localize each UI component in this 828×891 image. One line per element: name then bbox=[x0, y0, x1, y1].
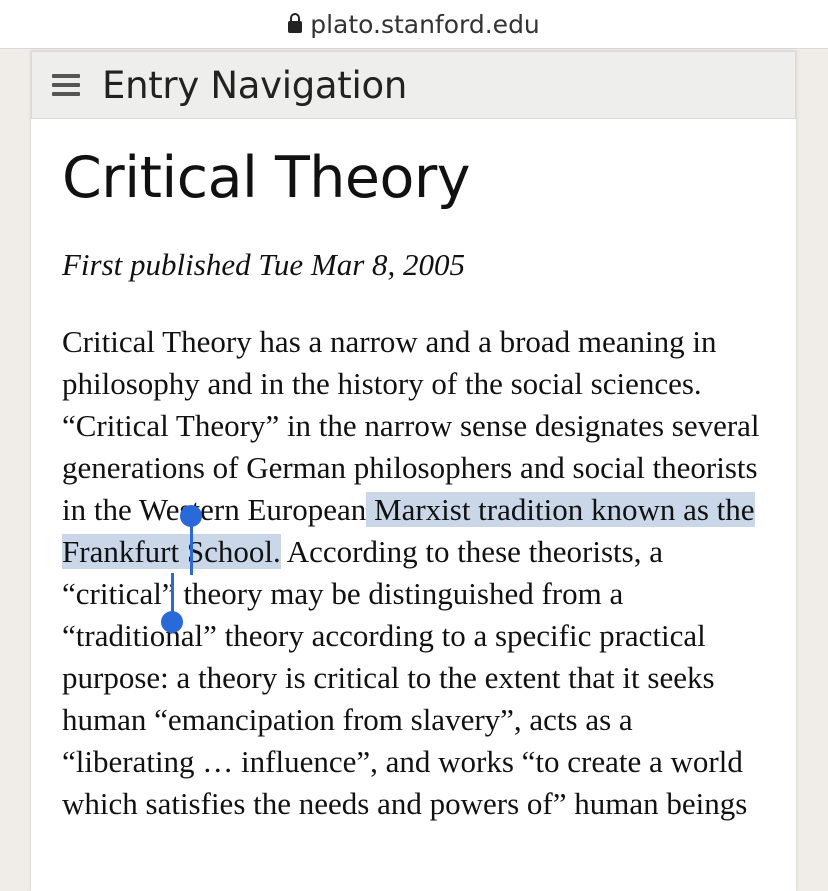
page-title: Critical Theory bbox=[62, 145, 471, 211]
selection-start-handle[interactable] bbox=[180, 505, 202, 575]
menu-icon[interactable] bbox=[52, 74, 80, 96]
publication-date: First published Tue Mar 8, 2005 bbox=[62, 247, 466, 282]
article-page: Entry Navigation Critical Theory First p… bbox=[31, 51, 796, 891]
url-text: plato.stanford.edu bbox=[310, 9, 540, 39]
paragraph-text-end: According to these theorists, a “critica… bbox=[62, 534, 748, 821]
entry-navigation-label: Entry Navigation bbox=[102, 63, 407, 107]
lock-icon bbox=[288, 13, 303, 33]
article-paragraph[interactable]: Critical Theory has a narrow and a broad… bbox=[62, 321, 767, 825]
entry-navigation-bar[interactable]: Entry Navigation bbox=[31, 51, 796, 119]
selection-end-handle[interactable] bbox=[161, 573, 183, 633]
address-bar[interactable]: plato.stanford.edu bbox=[0, 0, 828, 49]
